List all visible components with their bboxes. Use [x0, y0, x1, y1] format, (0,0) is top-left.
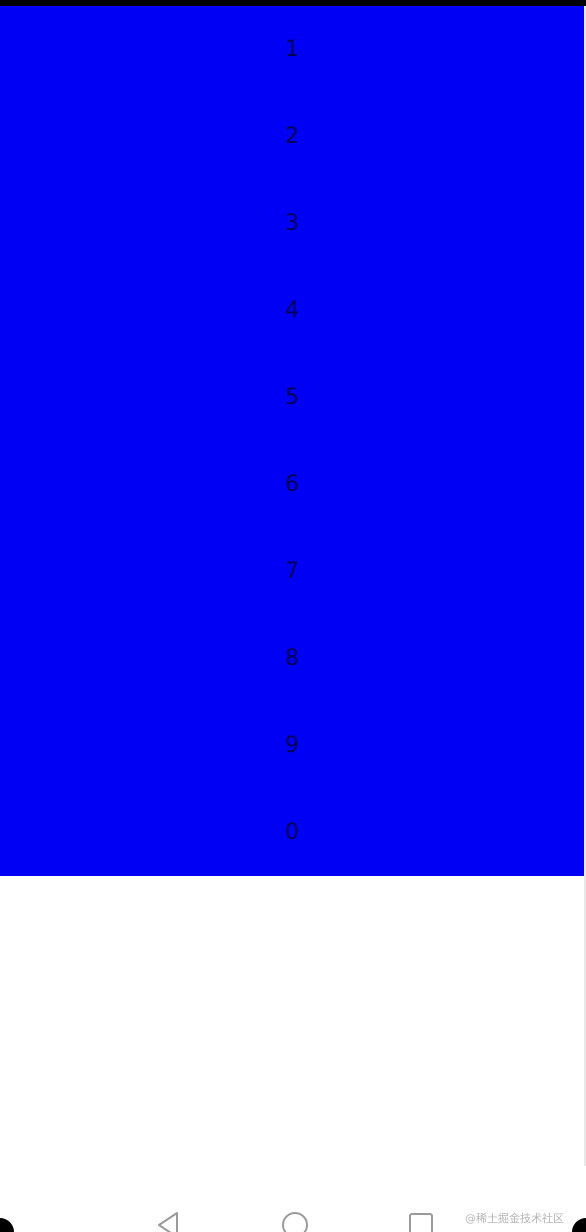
number-item: 2: [285, 123, 299, 149]
number-item: 9: [285, 732, 299, 758]
number-item: 7: [285, 558, 299, 584]
watermark-text: @稀土掘金技术社区: [465, 1212, 564, 1225]
home-icon[interactable]: [280, 1210, 310, 1232]
number-item: 1: [285, 36, 299, 62]
number-item: 3: [285, 210, 299, 236]
app-screen: 1 2 3 4 5 6 7 8 9 0 @稀土掘金技术社区: [0, 0, 586, 1232]
number-item: 5: [285, 384, 299, 410]
number-list[interactable]: 1 2 3 4 5 6 7 8 9 0: [0, 6, 584, 876]
recent-apps-icon[interactable]: [406, 1210, 436, 1232]
number-item: 0: [285, 819, 299, 845]
number-item: 8: [285, 645, 299, 671]
back-icon[interactable]: [153, 1210, 183, 1232]
number-item: 6: [285, 471, 299, 497]
number-item: 4: [285, 297, 299, 323]
